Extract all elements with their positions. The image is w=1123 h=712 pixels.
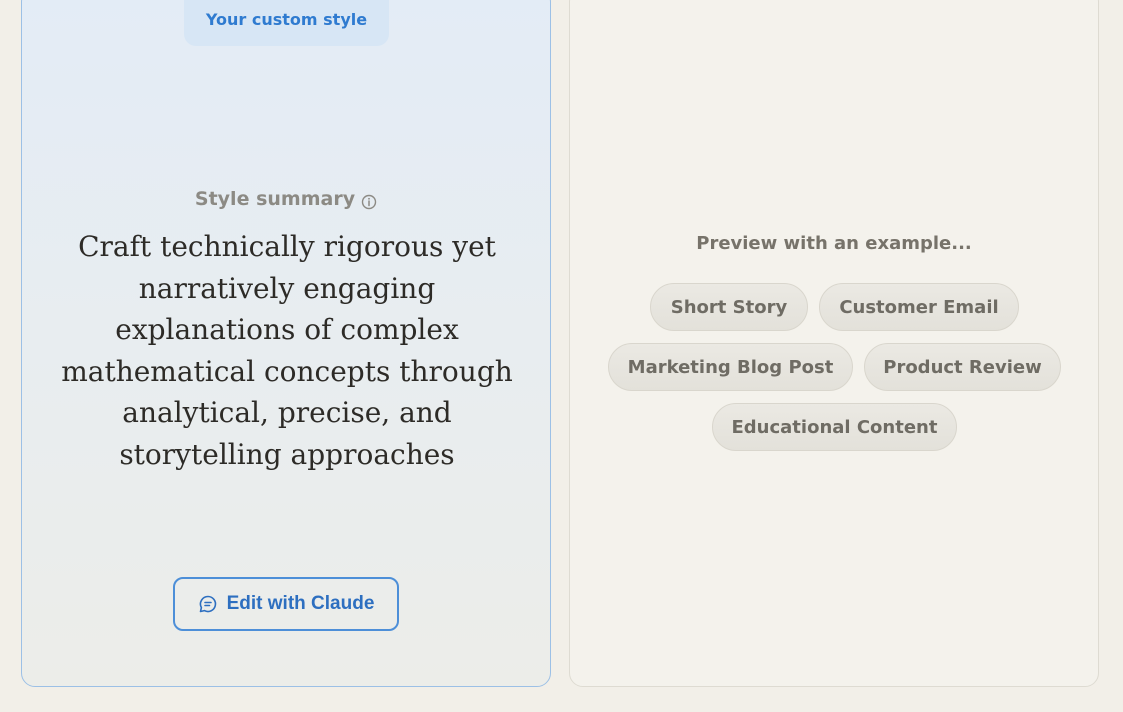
custom-style-chip[interactable]: Your custom style [184, 0, 389, 46]
info-icon[interactable] [361, 193, 377, 209]
custom-style-label: Your custom style [205, 10, 368, 29]
example-customer-email[interactable]: Customer Email [819, 283, 1019, 331]
chat-bubble-icon [198, 594, 218, 614]
custom-style-panel: Your custom style Style summary Craft te… [21, 0, 551, 687]
example-product-review[interactable]: Product Review [864, 343, 1061, 391]
preview-panel: Preview with an example... Short Story C… [569, 0, 1099, 687]
example-short-story[interactable]: Short Story [650, 283, 808, 331]
style-summary-heading: Style summary [22, 188, 550, 210]
example-marketing-blog-post[interactable]: Marketing Blog Post [608, 343, 853, 391]
edit-with-claude-button[interactable]: Edit with Claude [173, 577, 399, 631]
style-summary-text: Craft technically rigorous yet narrative… [61, 230, 513, 471]
style-summary-label: Style summary [194, 188, 356, 210]
style-editor: Your custom style Style summary Craft te… [0, 0, 1123, 712]
edit-button-label: Edit with Claude [226, 593, 375, 614]
preview-title: Preview with an example... [696, 233, 972, 254]
example-educational-content[interactable]: Educational Content [712, 403, 957, 451]
